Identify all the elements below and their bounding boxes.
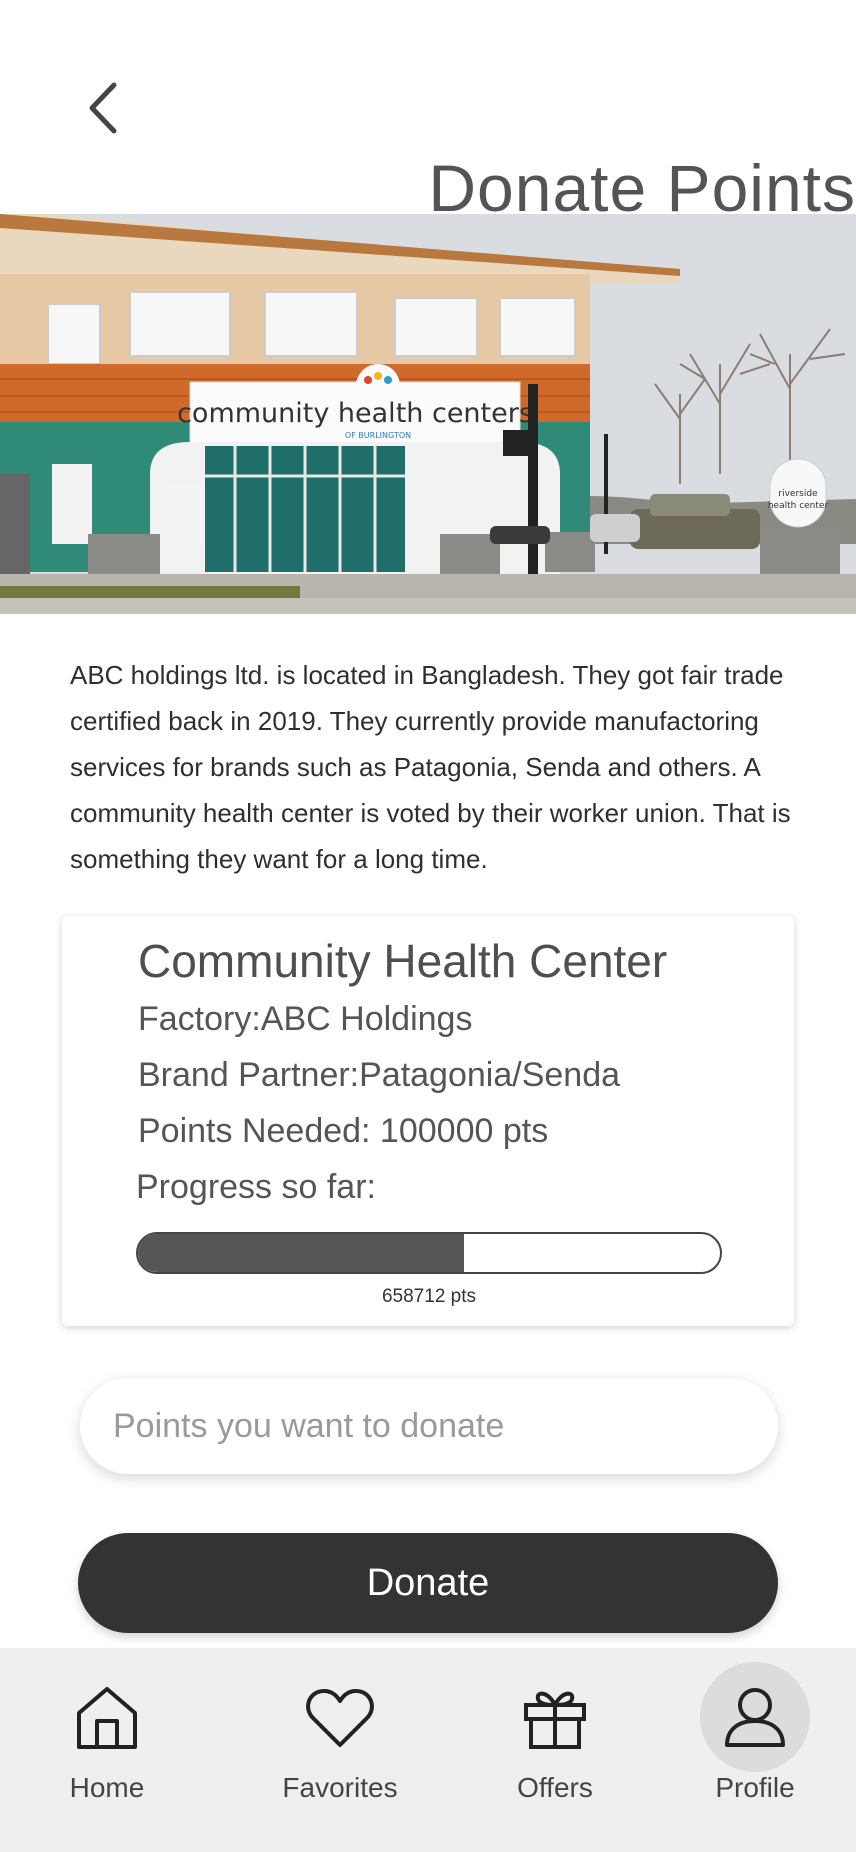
profile-icon [719, 1682, 791, 1754]
hero-sign-subtext: OF BURLINGTON [345, 431, 411, 440]
nav-label-favorites: Favorites [282, 1772, 398, 1803]
donate-points-input[interactable] [80, 1378, 778, 1474]
hero-small-sign-line2: health center [768, 501, 829, 511]
project-brand-partner: Brand Partner:Patagonia/Senda [138, 1056, 621, 1094]
nav-label-profile: Profile [715, 1772, 795, 1803]
nav-label-offers: Offers [517, 1772, 593, 1803]
hero-image: community health centers OF BURLINGTON r… [0, 214, 856, 614]
project-description: ABC holdings ltd. is located in Banglade… [70, 660, 791, 874]
project-name: Community Health Center [138, 935, 668, 987]
home-icon [71, 1682, 143, 1754]
progress-bar [136, 1232, 722, 1274]
donate-button[interactable]: Donate [78, 1533, 778, 1633]
project-points-needed: Points Needed: 100000 pts [138, 1112, 549, 1150]
progress-label: Progress so far: [136, 1168, 376, 1206]
nav-label-home: Home [69, 1772, 145, 1803]
heart-icon [304, 1682, 376, 1754]
nav-item-offers[interactable]: Offers [470, 1648, 640, 1852]
hero-sign-text: community health centers [177, 398, 533, 429]
nav-item-home[interactable]: Home [22, 1648, 192, 1852]
project-factory: Factory:ABC Holdings [138, 1000, 473, 1038]
nav-item-favorites[interactable]: Favorites [255, 1648, 425, 1852]
progress-bar-fill [138, 1234, 464, 1272]
hero-small-sign-line1: riverside [778, 489, 818, 499]
bottom-nav: Home Favorites Offers Profile [0, 1648, 856, 1852]
project-card: Community Health Center Factory:ABC Hold… [62, 916, 794, 1326]
progress-value: 658712 pts [381, 1286, 477, 1307]
back-button[interactable] [78, 76, 128, 140]
nav-item-profile[interactable]: Profile [670, 1648, 840, 1852]
gift-icon [519, 1682, 591, 1754]
chevron-left-icon [89, 82, 117, 134]
